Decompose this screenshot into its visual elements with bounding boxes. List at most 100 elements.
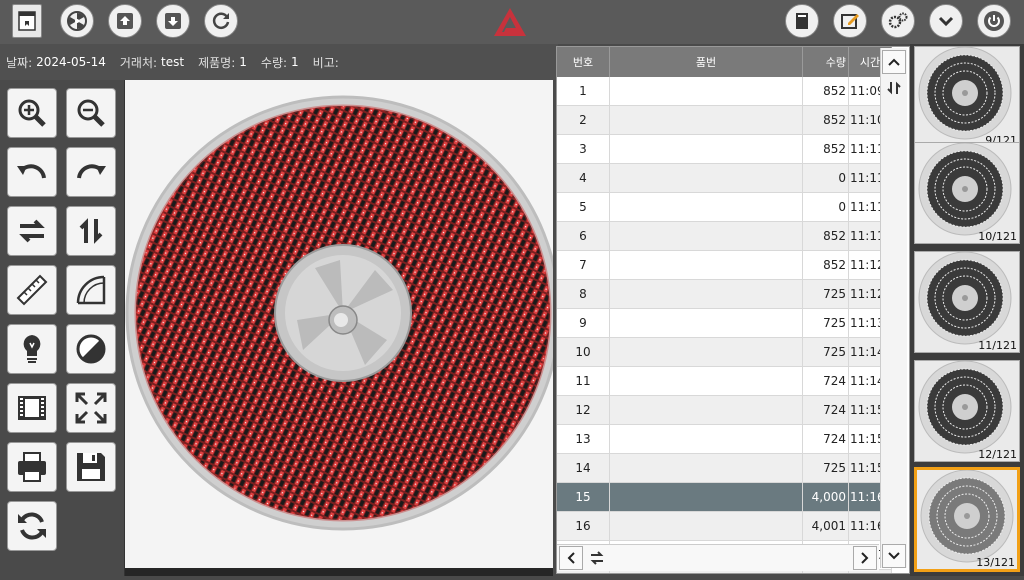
rotate-right-button[interactable] [66, 147, 116, 197]
table-row[interactable]: 9 725 11:13 [557, 308, 892, 338]
table-row[interactable]: 8 725 11:12 [557, 279, 892, 309]
refresh-button[interactable] [204, 4, 238, 38]
sync-button[interactable] [7, 501, 57, 551]
zoom-out-button[interactable] [66, 88, 116, 138]
table-row[interactable]: 16 4,001 11:16 [557, 511, 892, 541]
scroll-down-button[interactable] [882, 544, 906, 568]
top-toolbar [0, 0, 1024, 44]
table-row[interactable]: 2 852 11:10 [557, 105, 892, 135]
table-row[interactable]: 12 724 11:15 [557, 395, 892, 425]
row-no-cell: 16 [557, 511, 610, 541]
row-part-cell [609, 308, 803, 338]
row-no-cell: 6 [557, 221, 610, 251]
vertical-scrollbar[interactable] [880, 48, 907, 568]
thumbnail-strip: 9/121 10/121 11/121 12/121 13/121 [910, 44, 1024, 576]
table-row[interactable]: 6 852 11:11 [557, 221, 892, 251]
thumbnail-label: 13/121 [976, 556, 1015, 569]
ruler-button[interactable] [7, 265, 57, 315]
book-button[interactable] [785, 4, 819, 38]
thumbnail-item[interactable]: 13/121 [914, 467, 1020, 572]
row-no-cell: 5 [557, 192, 610, 222]
note-label: 비고: [312, 55, 339, 70]
thumbnail-reel-image [918, 251, 1012, 345]
zoom-in-button[interactable] [7, 88, 57, 138]
power-icon [984, 11, 1004, 31]
scroll-up-button[interactable] [882, 50, 906, 74]
film-button[interactable] [7, 383, 57, 433]
save-button[interactable] [66, 442, 116, 492]
print-button[interactable] [7, 442, 57, 492]
rotate-left-button[interactable] [7, 147, 57, 197]
header-qty[interactable]: 수량 [802, 47, 849, 77]
row-part-cell [609, 163, 803, 193]
contrast-button[interactable] [66, 324, 116, 374]
brightness-button[interactable] [7, 324, 57, 374]
dropdown-button[interactable] [929, 4, 963, 38]
thumbnail-item[interactable]: 10/121 [914, 142, 1020, 244]
row-part-cell [609, 482, 803, 512]
chevron-up-icon [888, 58, 900, 66]
fullscreen-button[interactable] [66, 383, 116, 433]
row-no-cell: 10 [557, 337, 610, 367]
date-value: 2024-05-14 [36, 55, 106, 69]
document-button[interactable] [12, 4, 42, 38]
row-no-cell: 3 [557, 134, 610, 164]
row-qty-cell: 852 [802, 221, 849, 251]
row-qty-cell: 725 [802, 308, 849, 338]
contrast-icon [76, 334, 106, 364]
row-qty-cell: 725 [802, 453, 849, 483]
header-no[interactable]: 번호 [557, 47, 610, 77]
thumbnail-item[interactable]: 11/121 [914, 251, 1020, 353]
row-part-cell [609, 453, 803, 483]
edit-icon [841, 14, 859, 29]
thumbnail-reel-image [918, 46, 1012, 140]
image-viewer[interactable] [124, 80, 561, 576]
date-label: 날짜: [6, 55, 33, 70]
table-row[interactable]: 3 852 11:11 [557, 134, 892, 164]
download-button[interactable] [156, 4, 190, 38]
protractor-button[interactable] [66, 265, 116, 315]
thumbnail-label: 12/121 [978, 448, 1017, 461]
hscroll-thumb[interactable] [585, 546, 609, 570]
row-no-cell: 2 [557, 105, 610, 135]
thumbnail-reel-image [918, 360, 1012, 454]
upload-button[interactable] [108, 4, 142, 38]
info-bar: 날짜: 2024-05-14 거래처: test 제품명: 1 수량: 1 비고… [0, 44, 558, 80]
table-header-row: 번호 품번 수량 시간 [557, 47, 892, 77]
fullscreen-icon [75, 392, 107, 424]
sync-icon [18, 512, 46, 540]
table-row[interactable]: 11 724 11:14 [557, 366, 892, 396]
row-qty-cell: 852 [802, 134, 849, 164]
tool-panel [0, 80, 124, 576]
scroll-thumb[interactable] [882, 76, 906, 100]
table-row[interactable]: 15 4,000 11:16 [557, 482, 892, 512]
thumbnail-item[interactable]: 12/121 [914, 360, 1020, 462]
row-no-cell: 7 [557, 250, 610, 280]
header-part[interactable]: 품번 [609, 47, 803, 77]
row-part-cell [609, 395, 803, 425]
row-part-cell [609, 366, 803, 396]
table-row[interactable]: 7 852 11:12 [557, 250, 892, 280]
thumbnail-item[interactable]: 9/121 [914, 46, 1020, 148]
flip-horizontal-button[interactable] [7, 206, 57, 256]
table-row[interactable]: 4 0 11:11 [557, 163, 892, 193]
flip-vertical-button[interactable] [66, 206, 116, 256]
table-row[interactable]: 10 725 11:14 [557, 337, 892, 367]
product-value: 1 [239, 55, 247, 69]
settings-button[interactable] [881, 4, 915, 38]
scroll-left-button[interactable] [559, 546, 583, 570]
table-row[interactable]: 13 724 11:15 [557, 424, 892, 454]
edit-button[interactable] [833, 4, 867, 38]
row-no-cell: 8 [557, 279, 610, 309]
row-part-cell [609, 105, 803, 135]
table-row[interactable]: 5 0 11:11 [557, 192, 892, 222]
radiation-icon [67, 11, 87, 31]
scroll-right-button[interactable] [853, 546, 877, 570]
power-button[interactable] [977, 4, 1011, 38]
table-row[interactable]: 1 852 11:09 [557, 77, 892, 106]
row-qty-cell: 4,001 [802, 511, 849, 541]
horizontal-scrollbar[interactable] [557, 544, 879, 571]
row-part-cell [609, 192, 803, 222]
radiation-button[interactable] [60, 4, 94, 38]
table-row[interactable]: 14 725 11:15 [557, 453, 892, 483]
